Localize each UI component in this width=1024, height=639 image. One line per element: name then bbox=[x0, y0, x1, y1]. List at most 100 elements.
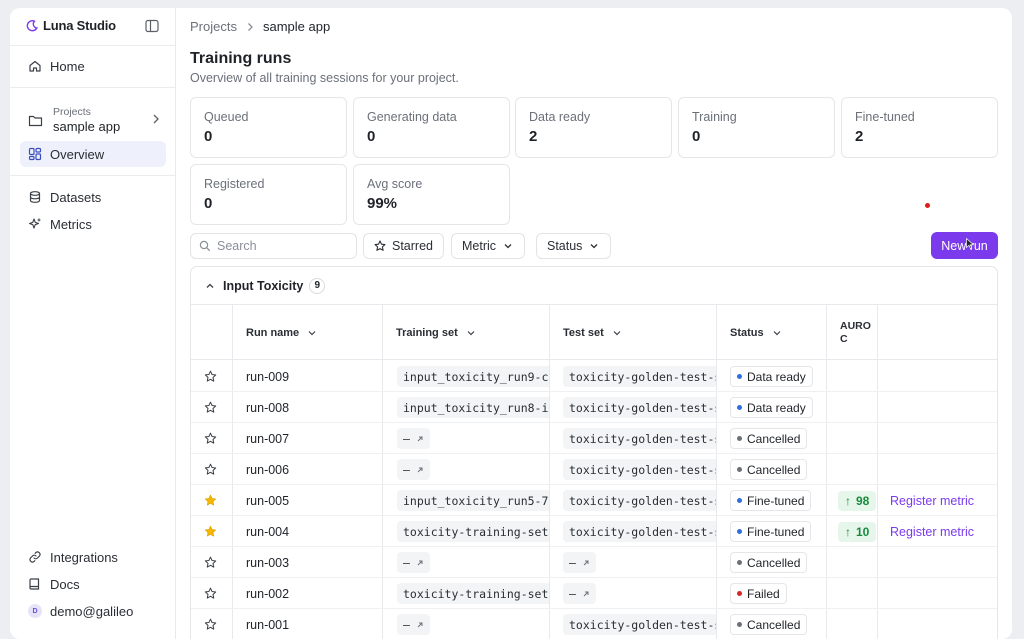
group-header[interactable]: Input Toxicity 9 bbox=[191, 267, 997, 305]
stat-value: 0 bbox=[367, 128, 376, 145]
sidebar-item-datasets[interactable]: Datasets bbox=[20, 184, 166, 210]
run-name[interactable]: run-008 bbox=[246, 392, 376, 423]
register-metric-link[interactable]: Register metric bbox=[890, 525, 974, 539]
test-set-chip[interactable]: toxicity-golden-test-set-l bbox=[563, 459, 716, 480]
register-metric-link[interactable]: Register metric bbox=[890, 494, 974, 508]
user-menu[interactable]: D demo@galileo bbox=[20, 598, 166, 624]
training-set-chip[interactable]: input_toxicity_run9-ce1tm bbox=[397, 366, 549, 387]
column-header-test-set[interactable]: Test set bbox=[550, 305, 622, 360]
training-set-chip[interactable]: — bbox=[397, 428, 430, 449]
home-icon bbox=[29, 60, 41, 72]
training-set-chip[interactable]: — bbox=[397, 614, 430, 635]
training-set-cell: toxicity-training-set-bank bbox=[397, 578, 549, 609]
status-badge: Data ready bbox=[730, 397, 813, 418]
stat-card-training: Training 0 bbox=[678, 97, 835, 158]
sidebar-item-docs[interactable]: Docs bbox=[20, 571, 166, 597]
new-run-button[interactable]: New run bbox=[931, 232, 998, 259]
test-set-chip[interactable]: — bbox=[563, 552, 596, 573]
sidebar-item-label: Overview bbox=[50, 146, 105, 162]
test-set-cell: toxicity-golden-test-set-l bbox=[563, 609, 716, 639]
chip-text: toxicity-golden-test-set-l bbox=[569, 493, 716, 508]
run-name[interactable]: run-003 bbox=[246, 547, 376, 578]
table-row[interactable]: run-006 — toxicity-golden-test-set-l Can… bbox=[191, 454, 997, 485]
sidebar-item-home[interactable]: Home bbox=[20, 53, 166, 79]
table-row[interactable]: run-002 toxicity-training-set-bank — Fai… bbox=[191, 578, 997, 609]
chip-text: input_toxicity_run9-ce1tm bbox=[403, 369, 549, 384]
run-name[interactable]: run-005 bbox=[246, 485, 376, 516]
run-name[interactable]: run-007 bbox=[246, 423, 376, 454]
status-text: Cancelled bbox=[747, 431, 801, 446]
table-row[interactable]: run-004 toxicity-training-set-bank toxic… bbox=[191, 516, 997, 547]
button-label: Status bbox=[547, 239, 583, 253]
sidebar-item-metrics[interactable]: Metrics bbox=[20, 211, 166, 237]
metric-filter-dropdown[interactable]: Metric bbox=[451, 233, 526, 259]
action-cell bbox=[890, 578, 997, 609]
training-set-chip[interactable]: toxicity-training-set-bank bbox=[397, 521, 549, 542]
star-toggle[interactable] bbox=[204, 578, 218, 609]
sidebar-item-label: Integrations bbox=[50, 549, 118, 565]
action-cell bbox=[890, 361, 997, 392]
run-name[interactable]: run-006 bbox=[246, 454, 376, 485]
test-set-chip[interactable]: toxicity-golden-test-set-l bbox=[563, 397, 716, 418]
column-header-auroc[interactable]: AURO C bbox=[827, 305, 871, 360]
test-set-chip[interactable]: toxicity-golden-test-set-l bbox=[563, 366, 716, 387]
star-toggle[interactable] bbox=[204, 485, 218, 516]
run-name[interactable]: run-002 bbox=[246, 578, 376, 609]
column-label: Test set bbox=[563, 326, 604, 339]
table-row[interactable]: run-001 — toxicity-golden-test-set-l Can… bbox=[191, 609, 997, 639]
star-toggle[interactable] bbox=[204, 392, 218, 423]
sidebar-item-overview[interactable]: Overview bbox=[20, 141, 166, 167]
star-toggle[interactable] bbox=[204, 423, 218, 454]
sidebar: Luna Studio Home Projects sample app Ove… bbox=[10, 8, 176, 639]
status-badge: Data ready bbox=[730, 366, 813, 387]
stat-value: 2 bbox=[529, 128, 538, 145]
training-set-chip[interactable]: — bbox=[397, 459, 430, 480]
star-toggle[interactable] bbox=[204, 454, 218, 485]
status-dot bbox=[737, 591, 742, 596]
chip-text: — bbox=[569, 586, 576, 601]
table-row[interactable]: run-008 input_toxicity_run8-i7gc6 toxici… bbox=[191, 392, 997, 423]
table-row[interactable]: run-005 input_toxicity_run5-72r9j toxici… bbox=[191, 485, 997, 516]
training-set-chip[interactable]: input_toxicity_run5-72r9j bbox=[397, 490, 549, 511]
group-name: Input Toxicity bbox=[223, 278, 304, 293]
test-set-chip[interactable]: — bbox=[563, 583, 596, 604]
brand[interactable]: Luna Studio bbox=[26, 18, 116, 33]
sidebar-toggle-icon[interactable] bbox=[144, 18, 160, 34]
status-badge: Fine-tuned bbox=[730, 521, 812, 542]
star-toggle[interactable] bbox=[204, 609, 218, 639]
table-row[interactable]: run-007 — toxicity-golden-test-set-l Can… bbox=[191, 423, 997, 454]
project-name: sample app bbox=[53, 118, 121, 134]
training-set-cell: — bbox=[397, 547, 549, 578]
breadcrumb-projects[interactable]: Projects bbox=[190, 19, 237, 34]
training-set-chip[interactable]: toxicity-training-set-bank bbox=[397, 583, 549, 604]
status-dot bbox=[737, 374, 742, 379]
star-toggle[interactable] bbox=[204, 516, 218, 547]
column-header-status[interactable]: Status bbox=[717, 305, 782, 360]
action-cell bbox=[890, 392, 997, 423]
chip-text: toxicity-training-set-bank bbox=[403, 524, 549, 539]
group-count-badge: 9 bbox=[309, 277, 326, 294]
test-set-chip[interactable]: toxicity-golden-test-set-l bbox=[563, 490, 716, 511]
test-set-chip[interactable]: toxicity-golden-test-set-l bbox=[563, 428, 716, 449]
table-row[interactable]: run-009 input_toxicity_run9-ce1tm toxici… bbox=[191, 361, 997, 392]
column-header-run-name[interactable]: Run name bbox=[233, 305, 317, 360]
star-toggle[interactable] bbox=[204, 361, 218, 392]
status-filter-dropdown[interactable]: Status bbox=[536, 233, 612, 259]
run-name[interactable]: run-001 bbox=[246, 609, 376, 639]
status-cell: Cancelled bbox=[730, 454, 826, 485]
run-name[interactable]: run-004 bbox=[246, 516, 376, 547]
table-row[interactable]: run-003 — — Cancelled bbox=[191, 547, 997, 578]
action-cell bbox=[890, 423, 997, 454]
star-toggle[interactable] bbox=[204, 547, 218, 578]
project-selector[interactable]: Projects sample app bbox=[20, 102, 166, 138]
training-set-chip[interactable]: — bbox=[397, 552, 430, 573]
starred-filter-button[interactable]: Starred bbox=[363, 233, 444, 259]
test-set-chip[interactable]: toxicity-golden-test-set-l bbox=[563, 614, 716, 635]
column-header-training-set[interactable]: Training set bbox=[383, 305, 476, 360]
run-name[interactable]: run-009 bbox=[246, 361, 376, 392]
training-set-cell: toxicity-training-set-bank bbox=[397, 516, 549, 547]
sidebar-item-integrations[interactable]: Integrations bbox=[20, 544, 166, 570]
test-set-chip[interactable]: toxicity-golden-test-set-l bbox=[563, 521, 716, 542]
training-set-chip[interactable]: input_toxicity_run8-i7gc6 bbox=[397, 397, 549, 418]
search-input[interactable]: Search bbox=[190, 233, 357, 259]
